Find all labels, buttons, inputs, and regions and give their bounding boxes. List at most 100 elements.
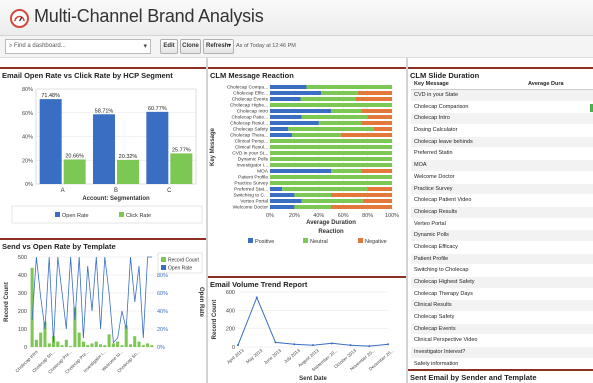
key-message-cell: Verteo Portal xyxy=(414,220,446,227)
bar-record-count xyxy=(73,307,77,347)
table-row[interactable]: Patient Profile xyxy=(411,253,593,266)
y2-tick-label: 0% xyxy=(157,345,165,351)
bar-segment-neutral xyxy=(291,133,341,137)
bar-segment-negative xyxy=(331,193,392,197)
legend-swatch xyxy=(358,238,363,243)
panel-title: Sent Email by Sender and Template xyxy=(408,369,593,382)
y-tick-label: Cholecap Thera... xyxy=(230,133,268,139)
table-row[interactable]: Welcome Doctor xyxy=(411,172,593,184)
y-tick-label: Cholecap Resul... xyxy=(230,121,268,127)
key-message-cell: Clinical Perspective Video xyxy=(414,337,478,344)
bar-segment-negative xyxy=(331,205,392,209)
y-tick-label: Cholecap Events xyxy=(232,97,269,103)
y-tick-label: 0 xyxy=(24,345,27,351)
refresh-button[interactable]: Refresh ▾ xyxy=(203,39,234,54)
bar-segment-negative xyxy=(373,127,392,131)
clone-button[interactable]: Clone xyxy=(180,39,201,54)
send-open-chart: 00%10020%20040%30060%40080%500100%Record… xyxy=(4,252,204,375)
y2-tick-label: 60% xyxy=(157,291,168,297)
bar-segment-neutral xyxy=(270,181,392,185)
table-row[interactable]: MOA xyxy=(411,160,593,172)
bar-record-count xyxy=(90,343,94,347)
y-axis-title: Record Count xyxy=(212,300,218,340)
x-tick-label: B xyxy=(114,188,118,194)
y-tick-label: Clinical Resul... xyxy=(235,145,268,151)
table-row[interactable]: Cholecap Efficacy xyxy=(411,242,593,254)
table-row[interactable]: Preferred Statin xyxy=(411,148,593,161)
bar-record-count xyxy=(47,343,51,347)
key-message-cell: Cholecap Intro xyxy=(414,115,450,122)
table-row[interactable]: Clinical Results xyxy=(411,300,593,313)
table-row[interactable]: Verteo Portal xyxy=(411,219,593,231)
y-tick-label: 200 xyxy=(18,309,27,315)
bar-click-rate xyxy=(117,159,139,184)
bar-segment-positive xyxy=(270,115,302,119)
bar-segment-negative xyxy=(361,169,392,173)
bar-segment-neutral xyxy=(294,205,331,209)
x-tick-label: 20% xyxy=(289,213,300,219)
y-tick-label: Switching to C... xyxy=(233,193,268,199)
column-header-average-duration[interactable]: Average Dura xyxy=(528,79,564,90)
bar-segment-neutral xyxy=(270,145,392,149)
bar-record-count xyxy=(116,341,120,347)
data-label: 20.32% xyxy=(119,154,138,160)
y-tick-label: CVD in your St... xyxy=(232,151,268,157)
table-row[interactable]: Cholecap Safety xyxy=(411,312,593,324)
data-label: 71.48% xyxy=(41,93,60,99)
key-message-cell: Cholecap Highest Safety xyxy=(414,279,475,285)
x-axis-title: Account: Segmentation xyxy=(82,196,150,202)
table-row[interactable]: Switching to Cholecap xyxy=(411,265,593,277)
y-tick-label: Dynamic Polls xyxy=(238,157,269,163)
bar-segment-neutral xyxy=(282,187,368,191)
y-tick-label: Cholecap Intro xyxy=(237,109,269,115)
refresh-label: Refresh xyxy=(206,43,229,49)
table-row[interactable]: Dynamic Polls xyxy=(411,230,593,242)
table-row[interactable]: Cholecap leave behinds xyxy=(411,136,593,149)
edit-button[interactable]: Edit xyxy=(160,39,178,54)
table-row[interactable]: Clinical Perspective Video xyxy=(411,335,593,348)
sent-sender-panel: Sent Email by Sender and Template xyxy=(408,369,593,383)
chevron-down-icon[interactable]: ▾ xyxy=(143,40,147,53)
y2-tick-label: 80% xyxy=(157,273,168,279)
bar-segment-positive xyxy=(270,169,331,173)
table-row[interactable]: Investigator Interest? xyxy=(411,347,593,359)
key-message-cell: Dosing Calculator xyxy=(414,127,458,134)
y2-tick-label: 20% xyxy=(157,327,168,333)
open-click-panel: Email Open Rate vs Click Rate by HCP Seg… xyxy=(0,67,206,232)
dashboard-gauge-icon xyxy=(10,9,29,28)
table-row[interactable]: CVD in your State xyxy=(411,90,593,102)
table-row[interactable]: Practice Survey xyxy=(411,183,593,196)
y-tick-label: MOA xyxy=(257,169,269,175)
bar-segment-positive xyxy=(270,91,322,95)
bar-record-count xyxy=(81,341,85,347)
search-icon: ⌕ xyxy=(9,43,13,49)
bar-record-count xyxy=(77,332,81,347)
line-record-count xyxy=(237,296,389,347)
y-tick-label: 200 xyxy=(226,327,235,333)
x-tick-label: 0% xyxy=(266,213,274,219)
table-row[interactable]: Cholecap Highest Safety xyxy=(411,277,593,289)
bar-segment-positive xyxy=(270,187,283,191)
bar-segment-negative xyxy=(367,115,392,119)
table-row[interactable]: Cholecap Results xyxy=(411,206,593,219)
y-tick-label: 400 xyxy=(18,273,27,279)
key-message-cell: MOA xyxy=(414,162,427,169)
x-tick-label: 40% xyxy=(313,213,324,219)
legend-label: Click Rate xyxy=(126,213,151,219)
y-tick-label: Preferred Stat... xyxy=(234,187,268,193)
bar-segment-positive xyxy=(270,205,295,209)
table-row[interactable]: Dosing Calculator xyxy=(411,125,593,137)
y-axis-title: Record Count xyxy=(4,282,10,322)
find-dashboard-input[interactable]: ⌕ Find a dashboard... ▾ xyxy=(5,39,151,54)
column-header-key-message[interactable]: Key Message xyxy=(414,81,449,87)
table-row[interactable]: Cholecap Events xyxy=(411,323,593,336)
bar-record-count xyxy=(64,339,68,347)
key-message-cell: Cholecap Patient Video xyxy=(414,197,472,204)
table-row[interactable]: Cholecap Intro xyxy=(411,113,593,126)
bar-record-count xyxy=(111,343,115,347)
table-row[interactable]: Cholecap Therapy Days xyxy=(411,289,593,301)
bar-record-count xyxy=(137,341,141,347)
table-row[interactable]: Cholecap Comparison xyxy=(411,102,593,114)
table-row[interactable]: Cholecap Patient Video xyxy=(411,195,593,207)
bar-record-count xyxy=(150,345,154,347)
